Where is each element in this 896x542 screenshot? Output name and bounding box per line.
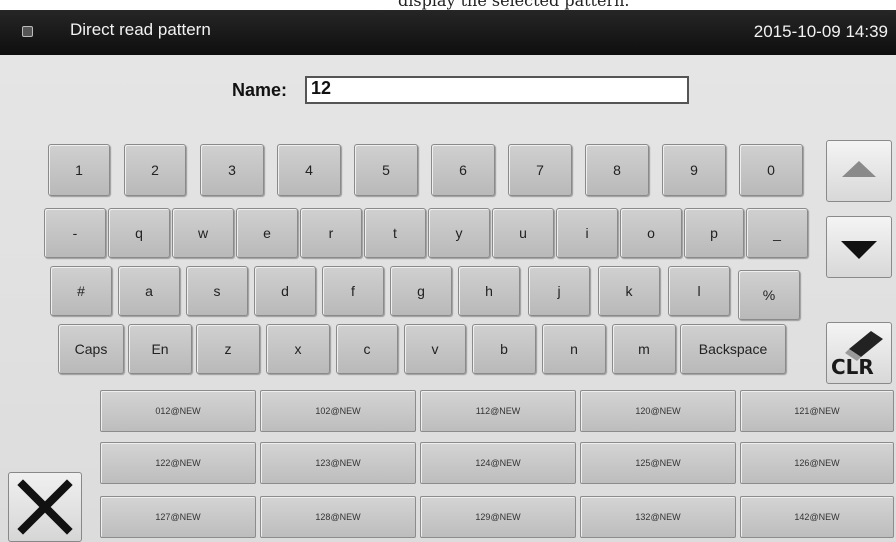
name-label: Name: [232,80,288,100]
key-z[interactable]: z [196,324,260,374]
key-underscore[interactable]: _ [746,208,808,258]
key-3[interactable]: 3 [200,144,264,196]
key-g[interactable]: g [390,266,452,316]
key-c[interactable]: c [336,324,398,374]
key-hyphen[interactable]: - [44,208,106,258]
key-a[interactable]: a [118,266,180,316]
triangle-down-icon [841,241,877,259]
caption-text: display the selected pattern. [398,0,630,10]
page-down-button[interactable] [826,216,892,278]
close-icon [17,479,73,535]
key-hash[interactable]: # [50,266,112,316]
key-1[interactable]: 1 [48,144,110,196]
key-v[interactable]: v [404,324,466,374]
name-input[interactable]: 12 [305,76,689,104]
pattern-item[interactable]: 123@NEW [260,442,416,484]
key-f[interactable]: f [322,266,384,316]
window-title: Direct read pattern [70,20,211,39]
key-u[interactable]: u [492,208,554,258]
key-j[interactable]: j [528,266,590,316]
key-h[interactable]: h [458,266,520,316]
pattern-item[interactable]: 012@NEW [100,390,256,432]
caps-key[interactable]: Caps [58,324,124,374]
key-p[interactable]: p [684,208,744,258]
key-k[interactable]: k [598,266,660,316]
key-7[interactable]: 7 [508,144,572,196]
key-y[interactable]: y [428,208,490,258]
datetime-display: 2015-10-09 14:39 [753,22,888,41]
key-8[interactable]: 8 [585,144,649,196]
pattern-item[interactable]: 128@NEW [260,496,416,538]
key-6[interactable]: 6 [431,144,495,196]
key-0[interactable]: 0 [739,144,803,196]
key-l[interactable]: l [668,266,730,316]
pattern-item[interactable]: 142@NEW [740,496,894,538]
key-percent[interactable]: % [738,270,800,320]
key-m[interactable]: m [612,324,676,374]
document-caption: display the selected pattern. [0,0,896,10]
pattern-item[interactable]: 120@NEW [580,390,736,432]
key-e[interactable]: e [236,208,298,258]
pattern-item[interactable]: 125@NEW [580,442,736,484]
clear-button[interactable]: CLR [826,322,892,384]
triangle-up-icon [842,161,876,177]
key-9[interactable]: 9 [662,144,726,196]
key-w[interactable]: w [172,208,234,258]
app-icon [22,26,33,37]
key-n[interactable]: n [542,324,606,374]
pattern-item[interactable]: 102@NEW [260,390,416,432]
pattern-item[interactable]: 112@NEW [420,390,576,432]
key-i[interactable]: i [556,208,618,258]
key-r[interactable]: r [300,208,362,258]
language-key[interactable]: En [128,324,192,374]
key-2[interactable]: 2 [124,144,186,196]
panel-screen: Direct read pattern 2015-10-09 14:39 Nam… [0,10,896,542]
key-o[interactable]: o [620,208,682,258]
pattern-item[interactable]: 124@NEW [420,442,576,484]
key-x[interactable]: x [266,324,330,374]
pattern-item[interactable]: 121@NEW [740,390,894,432]
key-b[interactable]: b [472,324,536,374]
pattern-item[interactable]: 122@NEW [100,442,256,484]
pattern-item[interactable]: 126@NEW [740,442,894,484]
title-bar: Direct read pattern 2015-10-09 14:39 [0,10,896,55]
pattern-item[interactable]: 129@NEW [420,496,576,538]
key-t[interactable]: t [364,208,426,258]
backspace-key[interactable]: Backspace [680,324,786,374]
key-5[interactable]: 5 [354,144,418,196]
clear-label: CLR [831,355,874,379]
key-d[interactable]: d [254,266,316,316]
page-up-button[interactable] [826,140,892,202]
key-q[interactable]: q [108,208,170,258]
pattern-item[interactable]: 127@NEW [100,496,256,538]
close-button[interactable] [8,472,82,542]
key-s[interactable]: s [186,266,248,316]
pattern-item[interactable]: 132@NEW [580,496,736,538]
key-4[interactable]: 4 [277,144,341,196]
